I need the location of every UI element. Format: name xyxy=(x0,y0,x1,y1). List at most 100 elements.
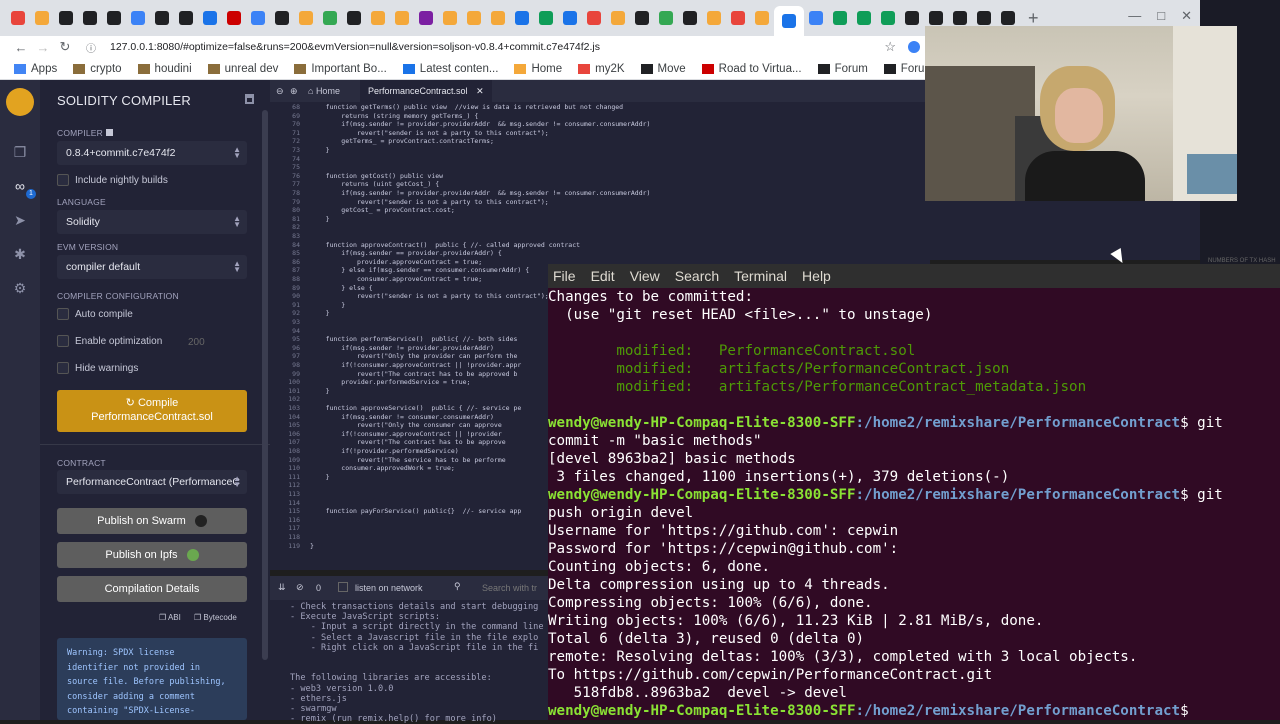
checkbox-box[interactable] xyxy=(57,174,69,186)
add-compiler-icon[interactable] xyxy=(106,129,113,136)
browser-tab[interactable] xyxy=(150,6,174,30)
optimization-runs-input[interactable]: 200 xyxy=(180,333,248,353)
browser-tab[interactable] xyxy=(246,6,270,30)
browser-tab[interactable] xyxy=(630,6,654,30)
browser-tab[interactable] xyxy=(294,6,318,30)
bookmark-item[interactable]: crypto xyxy=(73,63,122,75)
browser-tab[interactable] xyxy=(270,6,294,30)
back-icon[interactable]: ← xyxy=(10,40,32,55)
browser-tab[interactable] xyxy=(342,6,366,30)
menu-search[interactable]: Search xyxy=(675,268,719,284)
browser-tab[interactable] xyxy=(852,6,876,30)
browser-tab[interactable] xyxy=(102,6,126,30)
clear-console-icon[interactable]: ⊘ xyxy=(296,582,304,593)
documentation-icon[interactable] xyxy=(245,94,254,104)
bookmark-item[interactable]: unreal dev xyxy=(207,63,278,75)
close-tab-icon[interactable]: ✕ xyxy=(476,86,484,96)
browser-tab[interactable] xyxy=(678,6,702,30)
browser-tab[interactable] xyxy=(222,6,246,30)
publish-swarm-button[interactable]: Publish on Swarm xyxy=(57,508,247,534)
maximize-icon[interactable]: □ xyxy=(1157,8,1165,24)
search-icon[interactable]: ⚲ xyxy=(454,581,461,592)
checkbox-box[interactable] xyxy=(57,335,69,347)
browser-tab[interactable] xyxy=(828,6,852,30)
bookmark-item[interactable]: Apps xyxy=(14,63,57,75)
browser-tab[interactable] xyxy=(174,6,198,30)
browser-tab[interactable] xyxy=(774,6,804,36)
compile-button[interactable]: ↻ Compile PerformanceContract.sol xyxy=(57,390,247,432)
browser-tab[interactable] xyxy=(486,6,510,30)
listen-network-checkbox[interactable] xyxy=(338,582,348,592)
bookmark-item[interactable]: Home xyxy=(514,63,562,75)
browser-tab[interactable] xyxy=(804,6,828,30)
browser-tab[interactable] xyxy=(462,6,486,30)
browser-tab[interactable] xyxy=(510,6,534,30)
hide-warnings-checkbox[interactable]: Hide warnings xyxy=(57,362,138,374)
remix-logo-icon[interactable] xyxy=(6,88,34,116)
side-panel-scrollbar[interactable] xyxy=(262,110,268,660)
terminal-search-input[interactable]: Search with tr xyxy=(482,583,537,593)
browser-tab[interactable] xyxy=(534,6,558,30)
browser-tab[interactable] xyxy=(582,6,606,30)
evm-version-select[interactable]: compiler default ▲ ▼ xyxy=(57,255,247,279)
compiler-version-select[interactable]: 0.8.4+commit.c7e474f2 ▲ ▼ xyxy=(57,141,247,165)
collapse-terminal-icon[interactable]: ⇊ xyxy=(278,582,286,593)
optimization-checkbox[interactable]: Enable optimization xyxy=(57,335,162,347)
browser-tab[interactable] xyxy=(876,6,900,30)
copy-abi-button[interactable]: ❐ ABI xyxy=(159,613,181,622)
browser-tab[interactable] xyxy=(78,6,102,30)
zoom-out-icon[interactable]: ⊖ xyxy=(276,80,284,102)
browser-tab[interactable] xyxy=(6,6,30,30)
debugger-icon[interactable]: ✱ xyxy=(12,246,28,262)
tab-home[interactable]: ⌂ Home xyxy=(308,80,340,102)
url-bar[interactable]: 127.0.0.1:8080/#optimize=false&runs=200&… xyxy=(110,41,600,53)
minimize-icon[interactable]: — xyxy=(1128,8,1141,24)
browser-tab[interactable] xyxy=(558,6,582,30)
tab-performance-contract[interactable]: PerformanceContract.sol ✕ xyxy=(360,80,492,102)
browser-tab[interactable] xyxy=(654,6,678,30)
language-select[interactable]: Solidity ▲ ▼ xyxy=(57,210,247,234)
plugin-manager-icon[interactable]: ⚙ xyxy=(12,280,28,296)
checkbox-box[interactable] xyxy=(57,362,69,374)
browser-tab[interactable] xyxy=(606,6,630,30)
contract-select[interactable]: PerformanceContract (PerformanceC ▲ ▼ xyxy=(57,470,247,494)
menu-terminal[interactable]: Terminal xyxy=(734,268,787,284)
close-icon[interactable]: ✕ xyxy=(1181,8,1192,24)
bookmark-item[interactable]: Move xyxy=(640,63,686,75)
compilation-details-button[interactable]: Compilation Details xyxy=(57,576,247,602)
checkbox-box[interactable] xyxy=(57,308,69,320)
browser-tab[interactable] xyxy=(726,6,750,30)
bookmark-item[interactable]: Forum xyxy=(817,63,868,75)
browser-tab[interactable] xyxy=(438,6,462,30)
info-icon[interactable]: ⓘ xyxy=(86,40,96,55)
browser-tab[interactable] xyxy=(414,6,438,30)
bookmark-item[interactable]: Important Bo... xyxy=(294,63,387,75)
publish-ipfs-button[interactable]: Publish on Ipfs xyxy=(57,542,247,568)
browser-tab[interactable] xyxy=(318,6,342,30)
nightly-builds-checkbox[interactable]: Include nightly builds xyxy=(57,174,168,186)
forward-icon[interactable]: → xyxy=(32,40,54,55)
reload-icon[interactable]: ↻ xyxy=(54,39,76,55)
terminal-content[interactable]: Changes to be committed: (use "git reset… xyxy=(548,288,1280,720)
browser-tab[interactable] xyxy=(390,6,414,30)
browser-tab[interactable] xyxy=(366,6,390,30)
bookmark-item[interactable]: Latest conten... xyxy=(402,63,498,75)
bookmark-item[interactable]: Road to Virtua... xyxy=(701,63,802,75)
menu-view[interactable]: View xyxy=(630,268,660,284)
browser-tab[interactable] xyxy=(198,6,222,30)
profile-icon[interactable] xyxy=(908,41,920,53)
browser-tab[interactable] xyxy=(900,6,924,30)
file-explorer-icon[interactable]: ❐ xyxy=(12,144,28,160)
menu-file[interactable]: File xyxy=(553,268,576,284)
browser-tab[interactable] xyxy=(54,6,78,30)
menu-help[interactable]: Help xyxy=(802,268,831,284)
menu-edit[interactable]: Edit xyxy=(591,268,615,284)
zoom-in-icon[interactable]: ⊕ xyxy=(290,80,298,102)
bookmark-item[interactable]: my2K xyxy=(578,63,625,75)
browser-tab[interactable] xyxy=(750,6,774,30)
copy-bytecode-button[interactable]: ❐ Bytecode xyxy=(194,613,237,622)
bookmark-star-icon[interactable]: ☆ xyxy=(884,39,896,55)
browser-tab[interactable] xyxy=(126,6,150,30)
browser-tab[interactable] xyxy=(702,6,726,30)
browser-tab[interactable] xyxy=(30,6,54,30)
